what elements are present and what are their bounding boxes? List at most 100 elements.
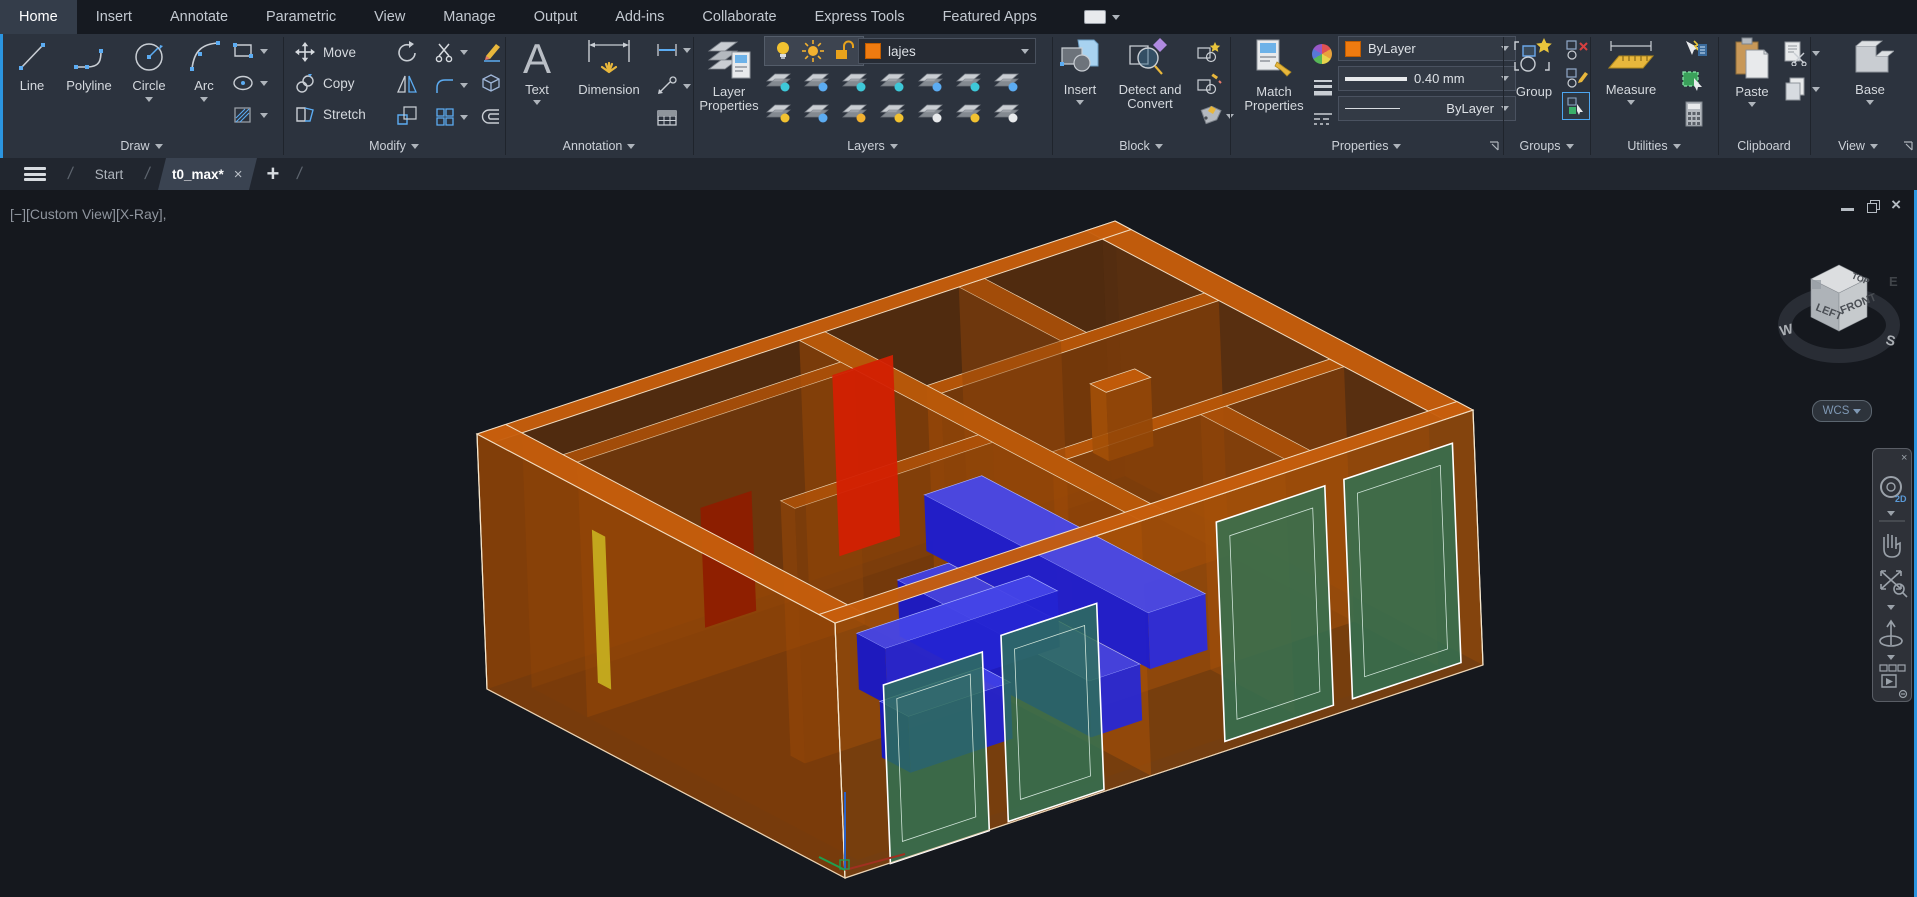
base-view-button[interactable]: Base (1842, 36, 1898, 105)
panel-title-view[interactable]: View (1810, 137, 1906, 155)
rectangle-button[interactable] (232, 42, 268, 60)
close-tab-icon[interactable]: × (234, 166, 243, 183)
layer-tool-button[interactable] (764, 68, 794, 94)
copy-button[interactable]: Copy (294, 71, 355, 95)
hatch-button[interactable] (232, 106, 268, 124)
dimension-button[interactable]: Dimension (566, 36, 652, 97)
tab-add-ins[interactable]: Add-ins (596, 0, 683, 34)
paste-button[interactable]: Paste (1726, 36, 1778, 107)
pan-hand-icon[interactable] (1884, 534, 1900, 557)
scale-button[interactable] (395, 104, 419, 128)
match-properties-button[interactable]: Match Properties (1242, 36, 1306, 113)
hamburger-menu-icon[interactable] (24, 167, 46, 181)
viewcube[interactable]: W S E TOP LEFT FRONT (1765, 230, 1915, 390)
restore-icon[interactable] (1867, 199, 1881, 213)
offset-button[interactable] (479, 106, 503, 126)
panel-title-draw[interactable]: Draw (0, 137, 283, 155)
zoom-flyout-arrow[interactable] (1887, 605, 1895, 610)
panel-title-properties[interactable]: Properties (1230, 137, 1503, 155)
lineweight-dropdown[interactable]: 0.40 mm (1338, 66, 1516, 91)
file-tab-document[interactable]: t0_max* × (157, 158, 257, 190)
viewport-controls-label[interactable]: [−][Custom View][X-Ray], (10, 206, 167, 222)
close-icon[interactable]: × (1891, 196, 1901, 213)
color-wheel-icon[interactable] (1312, 44, 1332, 64)
minimize-icon[interactable] (1841, 207, 1855, 211)
stretch-button[interactable]: Stretch (294, 102, 366, 126)
layer-tool-button[interactable] (878, 99, 908, 125)
drawing-viewport[interactable]: [−][Custom View][X-Ray], × W S E TOP LEF… (0, 190, 1917, 897)
layer-tool-button[interactable] (954, 68, 984, 94)
array-button[interactable] (434, 106, 468, 128)
file-tab-start[interactable]: Start (81, 158, 138, 190)
group-edit-button[interactable] (1564, 66, 1590, 90)
ribbon-display-toggle[interactable] (1083, 0, 1120, 34)
linetype-dropdown[interactable]: ByLayer (1338, 96, 1516, 121)
wheel-flyout-arrow[interactable] (1887, 511, 1895, 516)
3d-model-xray[interactable] (0, 190, 1917, 897)
tab-collaborate[interactable]: Collaborate (683, 0, 795, 34)
compass-west[interactable]: W (1778, 320, 1795, 339)
tab-express-tools[interactable]: Express Tools (796, 0, 924, 34)
layer-tool-button[interactable] (916, 68, 946, 94)
copy-clip-button[interactable] (1782, 76, 1820, 102)
tab-annotate[interactable]: Annotate (151, 0, 247, 34)
properties-panel-launcher-icon[interactable] (1488, 140, 1500, 152)
panel-title-block[interactable]: Block (1052, 137, 1230, 155)
tab-insert[interactable]: Insert (77, 0, 151, 34)
explode-button[interactable] (479, 72, 503, 96)
panel-title-groups[interactable]: Groups (1503, 137, 1590, 155)
compass-east[interactable]: E (1889, 274, 1898, 289)
trim-button[interactable] (434, 40, 468, 64)
insert-block-button[interactable]: Insert (1056, 36, 1104, 105)
steering-wheel-icon[interactable]: 2D (1881, 477, 1907, 504)
layer-tool-button[interactable] (840, 99, 870, 125)
layer-tool-button[interactable] (764, 99, 794, 125)
circle-button[interactable]: Circle (122, 36, 176, 102)
detect-convert-button[interactable]: Detect and Convert (1108, 36, 1192, 111)
quick-calculator-button[interactable] (1682, 100, 1706, 128)
text-button[interactable]: A Text (512, 36, 562, 105)
layer-unlock-icon[interactable] (832, 39, 856, 63)
showmotion-icon[interactable] (1880, 665, 1905, 687)
layer-tool-button[interactable] (916, 99, 946, 125)
lineweight-list-icon[interactable] (1312, 78, 1334, 98)
rotate-button[interactable] (395, 40, 419, 64)
leader-button[interactable] (655, 76, 691, 96)
panel-title-layers[interactable]: Layers (693, 137, 1052, 155)
polyline-button[interactable]: Polyline (58, 36, 120, 93)
layer-select-dropdown[interactable]: lajes (858, 38, 1036, 64)
layer-tool-button[interactable] (802, 68, 832, 94)
orbit-flyout-arrow[interactable] (1887, 655, 1895, 660)
navbar-close-icon[interactable]: × (1901, 452, 1907, 464)
line-button[interactable]: Line (8, 36, 56, 93)
mirror-button[interactable] (395, 72, 419, 96)
group-button[interactable]: Group (1508, 36, 1560, 99)
move-button[interactable]: Move (294, 40, 356, 64)
layer-sun-icon[interactable] (801, 39, 825, 63)
tab-home[interactable]: Home (0, 0, 77, 34)
tab-view[interactable]: View (355, 0, 424, 34)
panel-title-utilities[interactable]: Utilities (1590, 137, 1718, 155)
measure-button[interactable]: Measure (1598, 36, 1664, 105)
cut-button[interactable] (1782, 40, 1820, 66)
layer-tool-button[interactable] (954, 99, 984, 125)
arc-button[interactable]: Arc (182, 36, 226, 102)
selection-cycling-button[interactable] (1680, 68, 1708, 94)
layer-tool-button[interactable] (878, 68, 908, 94)
new-tab-button[interactable]: + (267, 161, 280, 187)
edit-block-button[interactable] (1196, 72, 1222, 96)
erase-button[interactable] (479, 40, 503, 64)
panel-title-clipboard[interactable]: Clipboard (1718, 137, 1810, 155)
layer-tool-button[interactable] (992, 68, 1022, 94)
tab-parametric[interactable]: Parametric (247, 0, 355, 34)
panel-title-annotation[interactable]: Annotation (505, 137, 693, 155)
create-block-button[interactable] (1196, 40, 1222, 64)
linetype-list-icon[interactable] (1312, 110, 1334, 130)
dimension-linear-button[interactable] (655, 42, 691, 58)
panel-title-modify[interactable]: Modify (283, 137, 505, 155)
wcs-dropdown[interactable]: WCS (1812, 400, 1872, 422)
layer-tool-button[interactable] (992, 99, 1022, 125)
layer-properties-button[interactable]: Layer Properties (698, 36, 760, 113)
viewcube-corner-highlight[interactable] (1812, 280, 1821, 289)
ungroup-button[interactable] (1564, 38, 1590, 62)
